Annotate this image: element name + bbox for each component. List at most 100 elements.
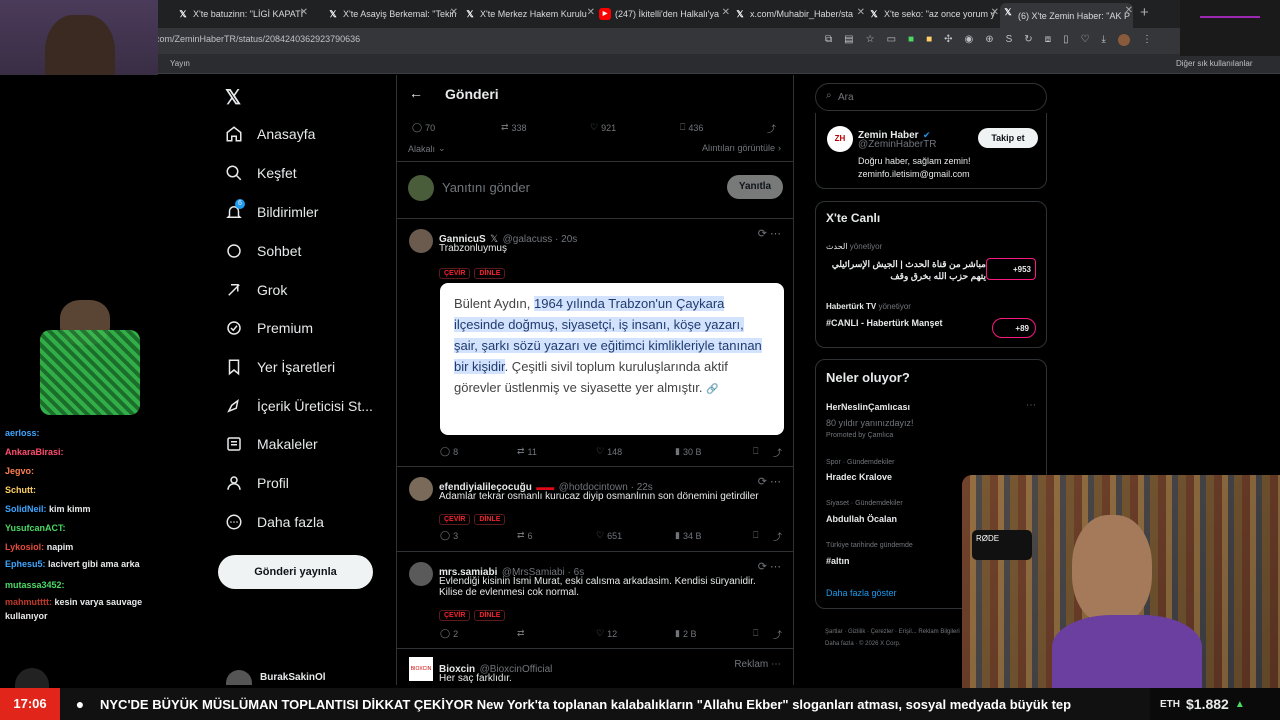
- trend-name[interactable]: Hradec Kralove: [826, 472, 892, 482]
- bookmark-icon[interactable]: ⎕: [753, 628, 758, 639]
- monitor-icon[interactable]: ▭: [887, 34, 896, 46]
- repost-count[interactable]: ⇄ 11: [517, 446, 537, 457]
- sidebar-item-home[interactable]: Anasayfa: [225, 125, 315, 143]
- menu-icon[interactable]: ⋮: [1142, 34, 1152, 46]
- heart-icon[interactable]: ♡: [1081, 34, 1090, 46]
- download-icon[interactable]: ⤓: [1102, 34, 1106, 46]
- close-icon[interactable]: ✕: [991, 7, 999, 18]
- reply-button[interactable]: Yanıtla: [727, 175, 783, 199]
- bookmark-icon[interactable]: ⎕: [753, 446, 758, 457]
- trend-name[interactable]: HerNeslinÇamlıcası: [826, 402, 910, 412]
- sidebar-item-notifications[interactable]: Bildirimler 6: [225, 199, 318, 221]
- avatar[interactable]: ZH: [827, 126, 853, 152]
- trend-name[interactable]: #altın: [826, 556, 850, 566]
- sidebar-item-more[interactable]: Daha fazla: [225, 513, 324, 531]
- show-more-link[interactable]: Daha fazla göster: [826, 588, 897, 598]
- account-name[interactable]: BurakSakinOl: [260, 672, 326, 683]
- sidebar-item-bookmarks[interactable]: Yer İşaretleri: [225, 358, 335, 376]
- browser-tab[interactable]: 𝕏 X'te batuzinn: "LİGİ KAPATI ✕: [175, 5, 308, 23]
- close-icon[interactable]: ✕: [587, 7, 595, 18]
- browser-tab[interactable]: 𝕏 X'te Asayiş Berkemal: "Tekin ✕: [325, 5, 458, 23]
- x-logo-icon[interactable]: 𝕏: [225, 85, 241, 110]
- like-count[interactable]: ♡ 148: [596, 446, 622, 457]
- more-icon[interactable]: ⟳ ⋯: [758, 475, 781, 488]
- reply-count[interactable]: ◯ 3: [440, 530, 458, 541]
- views-count[interactable]: ▮ 30 B: [675, 446, 701, 457]
- follow-button[interactable]: Takip et: [978, 128, 1038, 148]
- sidebar-item-chat[interactable]: Sohbet: [225, 242, 301, 260]
- bookmark-yayin[interactable]: Yayın: [170, 59, 190, 68]
- sidebar-item-premium[interactable]: Premium: [225, 319, 313, 337]
- extension-icon[interactable]: ◉: [965, 34, 974, 46]
- browser-tab-active[interactable]: 𝕏 (6) X'te Zemin Haber: "AK P ✕: [1000, 3, 1133, 28]
- repost-count[interactable]: ⇄: [517, 628, 528, 639]
- sidebar-icon[interactable]: ▯: [1063, 34, 1069, 46]
- tab-icon[interactable]: ⧉: [825, 34, 832, 46]
- star-icon[interactable]: ☆: [866, 34, 875, 46]
- listen-pill[interactable]: DİNLE: [474, 514, 506, 525]
- bookmark-count[interactable]: ⎕ 436: [680, 122, 703, 133]
- brand-logo[interactable]: BIOXCIN: [409, 657, 433, 681]
- share-icon[interactable]: ⤴: [773, 530, 782, 543]
- extension-icon[interactable]: ■: [926, 34, 932, 46]
- like-count[interactable]: ♡ 651: [596, 530, 622, 541]
- url-field[interactable]: com/ZeminHaberTR/status/2084240362923790…: [155, 34, 360, 44]
- post-button[interactable]: Gönderi yayınla: [218, 555, 373, 589]
- profile-avatar[interactable]: [1117, 34, 1130, 46]
- avatar[interactable]: [409, 229, 433, 253]
- reader-icon[interactable]: ▤: [844, 34, 853, 46]
- back-arrow-icon[interactable]: ←: [409, 85, 423, 101]
- bookmark-folder-other[interactable]: Diğer sık kullanılanlar: [1176, 59, 1252, 68]
- puzzle-icon[interactable]: ⧈: [1045, 34, 1051, 46]
- translate-pill[interactable]: ÇEVİR: [439, 268, 471, 279]
- more-icon[interactable]: ⟳ ⋯: [758, 560, 781, 573]
- sidebar-item-articles[interactable]: Makaleler: [225, 435, 318, 453]
- new-tab-button[interactable]: +: [1140, 4, 1149, 21]
- account-avatar[interactable]: [226, 670, 252, 685]
- translate-pill[interactable]: ÇEVİR: [439, 610, 471, 621]
- live-listener-count[interactable]: +953: [986, 258, 1036, 280]
- more-icon[interactable]: ⋯: [771, 659, 781, 670]
- close-icon[interactable]: ✕: [300, 7, 308, 18]
- search-input[interactable]: Ara: [838, 92, 854, 103]
- live-item-title[interactable]: #CANLI - Habertürk Manşet: [826, 318, 943, 328]
- live-item-title[interactable]: مباشر من قناة الحدث | الجيش الإسرائيلي ي…: [826, 258, 986, 282]
- search-box[interactable]: ⌕ Ara: [815, 83, 1047, 111]
- share-icon[interactable]: ⤴: [773, 446, 782, 459]
- link-icon[interactable]: 🔗: [706, 384, 718, 395]
- more-icon[interactable]: ⟳ ⋯: [758, 227, 781, 240]
- view-quotes-link[interactable]: Alıntıları görüntüle ›: [702, 143, 781, 153]
- avatar[interactable]: [409, 562, 433, 586]
- more-icon[interactable]: ⋯: [1026, 400, 1036, 411]
- translate-pill[interactable]: ÇEVİR: [439, 514, 471, 525]
- browser-tab[interactable]: 𝕏 X'te Merkez Hakem Kurulu ✕: [462, 5, 595, 23]
- sidebar-item-creator-studio[interactable]: İçerik Üreticisi St...: [225, 397, 373, 415]
- sort-dropdown[interactable]: Alakalı ⌄: [408, 143, 446, 154]
- sidebar-item-grok[interactable]: Grok: [225, 281, 287, 299]
- like-count[interactable]: ♡ 921: [590, 122, 616, 133]
- refresh-icon[interactable]: ↻: [1024, 34, 1032, 46]
- close-icon[interactable]: ✕: [722, 7, 730, 18]
- extension-icon[interactable]: ✣: [944, 34, 952, 46]
- like-count[interactable]: ♡ 12: [596, 628, 617, 639]
- repost-count[interactable]: ⇄ 6: [517, 530, 533, 541]
- listen-pill[interactable]: DİNLE: [474, 610, 506, 621]
- close-icon[interactable]: ✕: [450, 7, 458, 18]
- trend-name[interactable]: Abdullah Öcalan: [826, 514, 897, 524]
- reply-count[interactable]: ◯ 70: [412, 122, 435, 133]
- avatar[interactable]: [409, 477, 433, 501]
- share-icon[interactable]: ⤴: [767, 122, 776, 135]
- bookmark-icon[interactable]: ⎕: [753, 530, 758, 541]
- footer-links[interactable]: Şartlar · Gizlilik · Çerezler · Erişil..…: [825, 626, 965, 650]
- close-icon[interactable]: ✕: [857, 7, 865, 18]
- sidebar-item-explore[interactable]: Keşfet: [225, 164, 297, 182]
- reply-count[interactable]: ◯ 8: [440, 446, 458, 457]
- views-count[interactable]: ▮ 34 B: [675, 530, 701, 541]
- share-icon[interactable]: ⤴: [773, 628, 782, 641]
- repost-count[interactable]: ⇄ 338: [501, 122, 527, 133]
- extension-icon[interactable]: S: [1006, 34, 1013, 46]
- listen-pill[interactable]: DİNLE: [474, 268, 506, 279]
- sidebar-item-profile[interactable]: Profil: [225, 474, 289, 492]
- extension-icon[interactable]: ⊕: [985, 34, 993, 46]
- browser-tab[interactable]: 𝕏 X'te seko: "az once yorum y ✕: [866, 5, 999, 23]
